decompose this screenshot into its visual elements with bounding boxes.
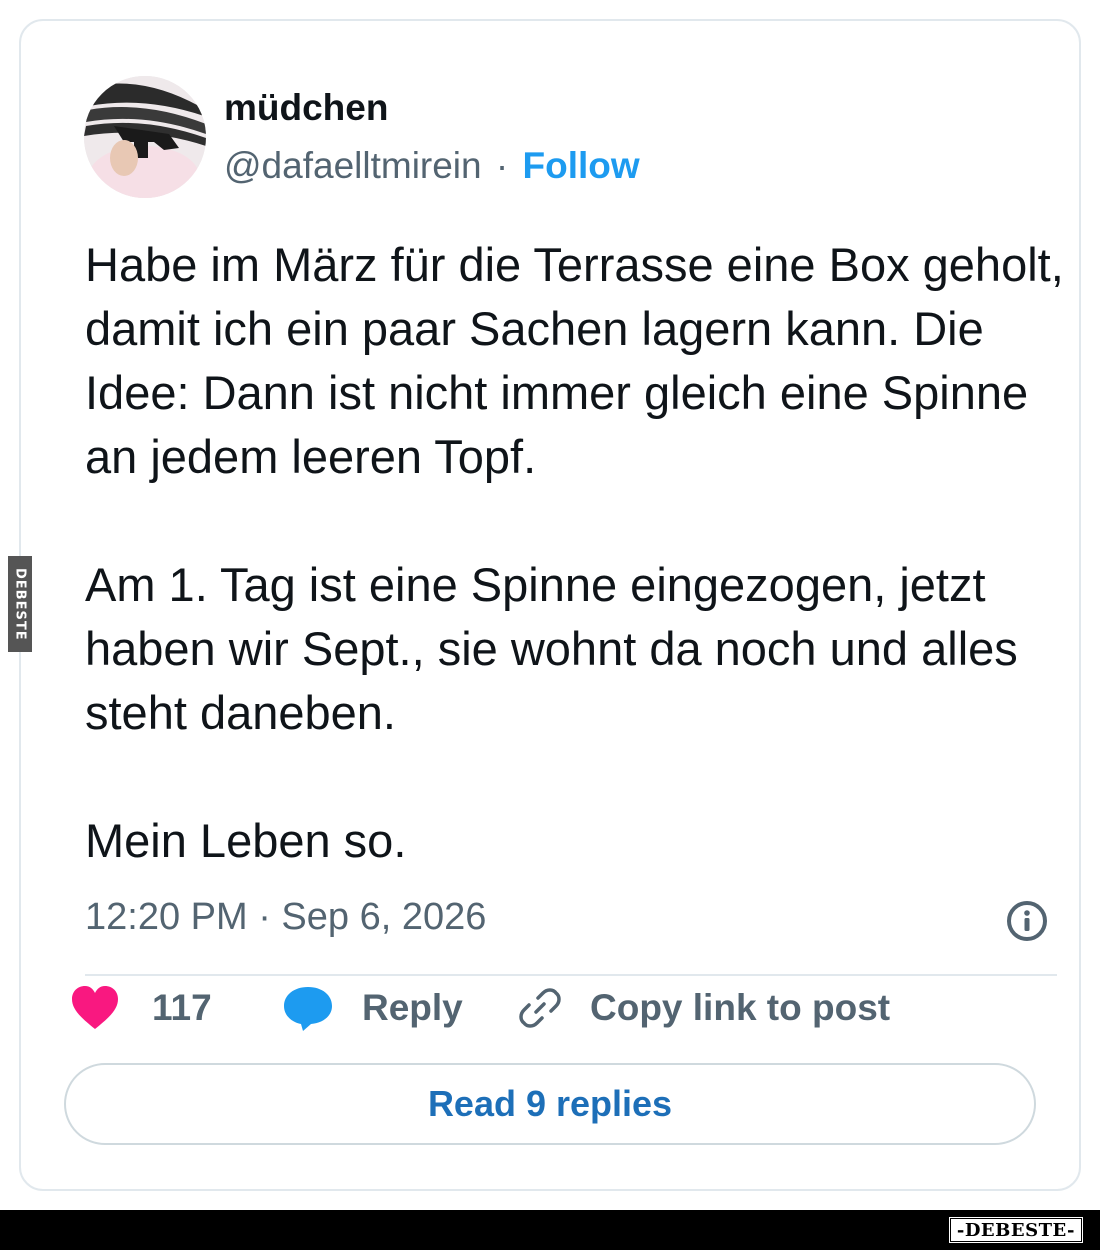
read-replies-label: Read 9 replies bbox=[427, 1083, 673, 1124]
tweet-actions: 117 Reply Copy link to post bbox=[64, 980, 1036, 1036]
copy-link-label: Copy link to post bbox=[590, 987, 891, 1028]
side-watermark: DEBESTE bbox=[8, 556, 32, 652]
tweet-timestamp[interactable]: 12:20 PM · Sep 6, 2026 bbox=[85, 896, 486, 939]
handle-separator: · bbox=[495, 145, 509, 186]
follow-button[interactable]: Follow bbox=[523, 145, 640, 186]
like-count: 117 bbox=[152, 987, 212, 1028]
watermark-logo-text: -DEBESTE- bbox=[956, 1219, 1075, 1241]
avatar[interactable] bbox=[84, 76, 206, 198]
info-icon[interactable] bbox=[1005, 899, 1049, 943]
like-button[interactable]: 117 bbox=[70, 980, 212, 1036]
bottom-watermark-bar: -DEBESTE- bbox=[0, 1210, 1100, 1250]
watermark-logo: -DEBESTE- bbox=[947, 1216, 1084, 1244]
reply-label: Reply bbox=[362, 987, 463, 1028]
author-handle-row: @dafaelltmirein · Follow bbox=[224, 145, 640, 187]
tweet-paragraph: Mein Leben so. bbox=[85, 814, 407, 867]
tweet-paragraph: Habe im März für die Terrasse eine Box g… bbox=[85, 238, 1064, 483]
read-replies-button[interactable]: Read 9 replies bbox=[64, 1063, 1036, 1145]
avatar-image bbox=[84, 76, 206, 198]
heart-icon bbox=[72, 986, 118, 1029]
tweet-text: Habe im März für die Terrasse eine Box g… bbox=[85, 233, 1075, 873]
author-handle[interactable]: @dafaelltmirein bbox=[224, 145, 482, 186]
speech-bubble-icon bbox=[284, 987, 332, 1031]
tweet-paragraph: Am 1. Tag ist eine Spinne eingezogen, je… bbox=[85, 558, 1018, 739]
reply-button[interactable]: Reply bbox=[282, 980, 463, 1036]
side-watermark-text: DEBESTE bbox=[12, 567, 28, 641]
link-icon bbox=[519, 988, 561, 1028]
copy-link-button[interactable]: Copy link to post bbox=[516, 980, 890, 1036]
author-name[interactable]: müdchen bbox=[224, 87, 388, 129]
divider bbox=[85, 974, 1057, 976]
